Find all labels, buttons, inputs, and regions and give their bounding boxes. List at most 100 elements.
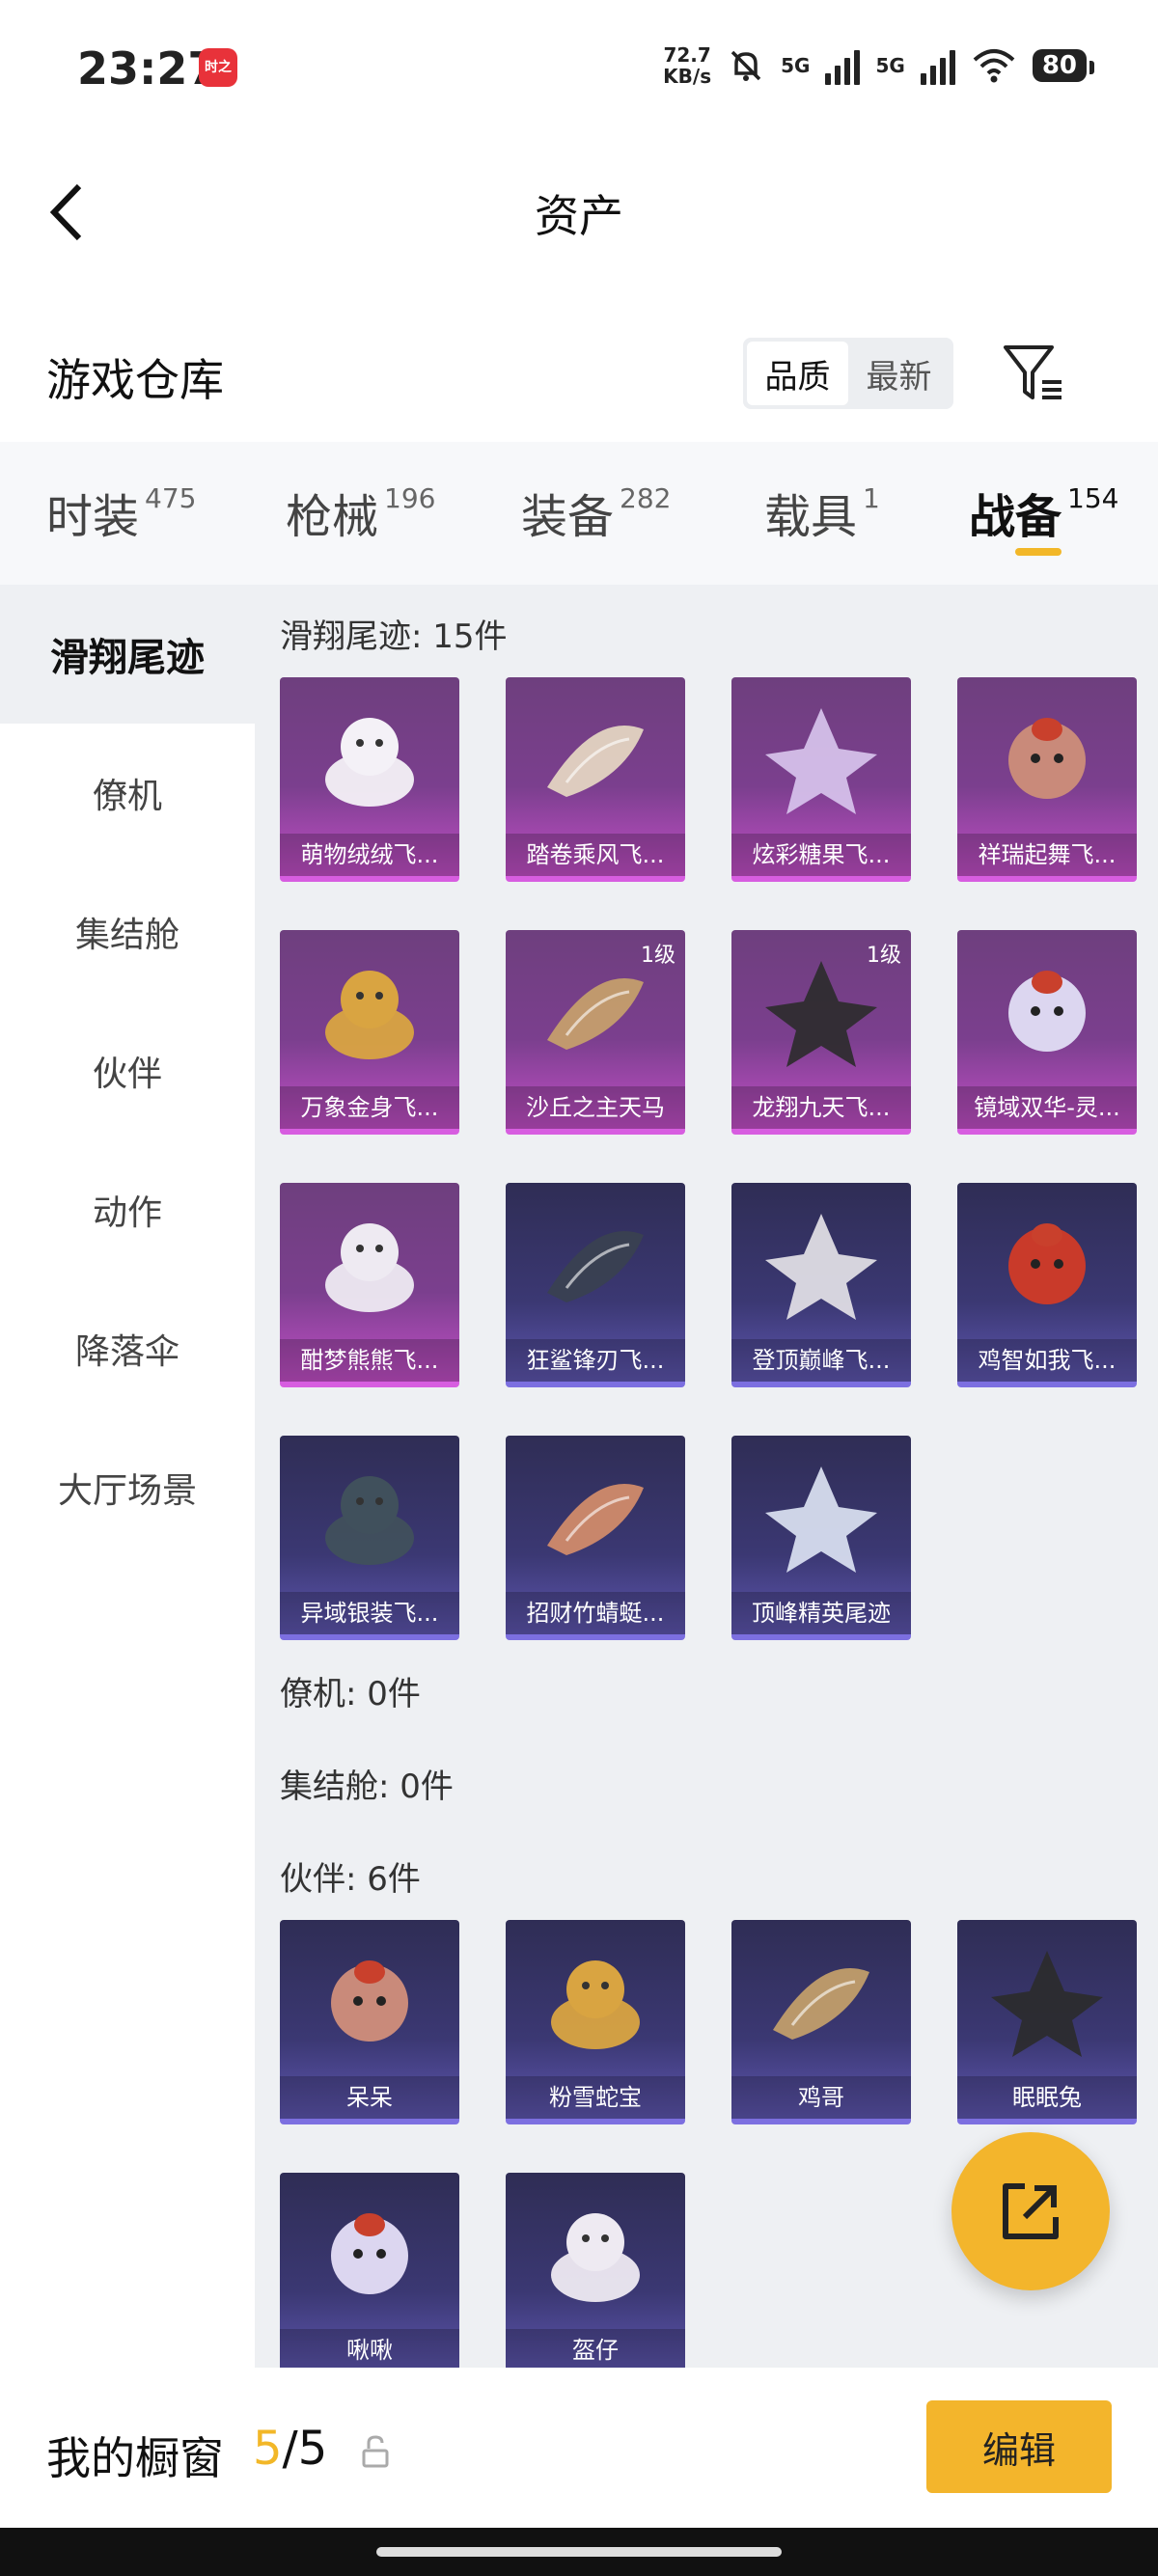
network-5g-label-2: 5G [875,54,905,77]
card-label: 祥瑞起舞飞... [957,834,1137,876]
glide-trail-card[interactable]: 镜域双华-灵... [957,930,1137,1135]
companion-card[interactable]: 眠眠兔 [957,1920,1137,2124]
card-label: 粉雪蛇宝 [506,2076,685,2119]
item-grid-panel: 滑翔尾迹: 15件 萌物绒绒飞... 踏卷乘风飞... 炫彩糖果飞... 祥瑞起舞飞.… [255,585,1158,2368]
sidebar-item-companion[interactable]: 伙伴 [0,1001,255,1140]
ribbon-glider-icon [1008,718,1086,799]
rooster-companion-icon [773,1968,869,2040]
signal-bars-icon [825,46,861,85]
sidebar-item-wingman[interactable]: 僚机 [0,724,255,863]
card-label: 异域银装飞... [280,1592,459,1634]
tab-firearms[interactable]: 枪械 196 [286,479,435,546]
sort-option-newest[interactable]: 最新 [848,342,950,405]
card-label: 踏卷乘风飞... [506,834,685,876]
glide-trail-card[interactable]: 万象金身飞... [280,930,459,1135]
sleepy-rabbit-companion-icon [991,1951,1103,2057]
companion-card[interactable]: 鸡哥 [731,1920,911,2124]
card-label: 万象金身飞... [280,1086,459,1129]
share-fab[interactable] [951,2132,1110,2290]
pink-bird-companion-icon [331,2213,408,2294]
card-label: 鸡智如我飞... [957,1339,1137,1382]
page-title: 资产 [535,190,623,242]
tab-equipment[interactable]: 装备 282 [521,479,671,546]
candy-glider-icon [765,708,877,814]
card-label: 眠眠兔 [957,2076,1137,2119]
system-nav-bar [0,2528,1158,2576]
sidebar-item-emote[interactable]: 动作 [0,1140,255,1279]
status-time: 23:27 [77,42,219,95]
helmet-chick-companion-icon [551,2213,640,2302]
glide-trail-card[interactable]: 鸡智如我飞... [957,1183,1137,1387]
active-tab-indicator [1015,548,1062,556]
glide-trail-card[interactable]: 狂鲨锋刃飞... [506,1183,685,1387]
sidebar-item-glide-trail[interactable]: 滑翔尾迹 [0,585,255,724]
glide-trail-card[interactable]: 顶峰精英尾迹 [731,1436,911,1640]
card-label: 狂鲨锋刃飞... [506,1339,685,1382]
category-tabs: 时装 475 枪械 196 装备 282 载具 1 战备 154 [0,442,1158,585]
companion-card[interactable]: 啾啾 [280,2173,459,2368]
glide-trail-card[interactable]: 1级 龙翔九天飞... [731,930,911,1135]
sidebar-item-rally-pod[interactable]: 集结舱 [0,863,255,1001]
chick-companion-icon [331,1960,408,2042]
battery-indicator: 80 [1032,49,1095,82]
glide-trail-card[interactable]: 酣梦熊熊飞... [280,1183,459,1387]
sleepy-bear-glider-icon [325,1223,414,1312]
glide-trail-card[interactable]: 萌物绒绒飞... [280,677,459,882]
group-title-rally-pod: 集结舱: 0件 [280,1768,454,1806]
section-title: 游戏仓库 [46,354,224,406]
group-title-wingman: 僚机: 0件 [280,1675,421,1713]
card-label: 顶峰精英尾迹 [731,1592,911,1634]
card-label: 镜域双华-灵... [957,1086,1137,1129]
card-label: 盔仔 [506,2329,685,2368]
tab-fashion[interactable]: 时装 475 [46,479,196,546]
network-5g-label: 5G [781,54,811,77]
card-label: 啾啾 [280,2329,459,2368]
sort-toggle: 品质 最新 [743,338,953,409]
scroll-glider-icon [547,726,644,797]
crystal-wings-icon [1008,971,1086,1052]
mute-bell-icon [731,50,761,81]
card-label: 酣梦熊熊飞... [280,1339,459,1382]
showcase-label: 我的橱窗 [46,2432,224,2484]
glide-trail-card[interactable]: 异域银装飞... [280,1436,459,1640]
golden-comet-glider-icon [325,971,414,1059]
jet-glider-icon [765,1214,877,1320]
companion-card[interactable]: 呆呆 [280,1920,459,2124]
shark-glider-icon [547,1231,644,1302]
showcase-count: 5/5 [253,2422,328,2476]
tab-battle-gear[interactable]: 战备 154 [969,479,1118,546]
share-external-icon [1003,2183,1059,2239]
home-gesture-handle[interactable] [376,2547,782,2557]
status-bar: 23:27 时之 72.7 KB/s 5G 5G 80 [0,0,1158,135]
glide-trail-card[interactable]: 踏卷乘风飞... [506,677,685,882]
glide-trail-card[interactable]: 炫彩糖果飞... [731,677,911,882]
sidebar-item-lobby-scene[interactable]: 大厅场景 [0,1418,255,1557]
card-label: 龙翔九天飞... [731,1086,911,1129]
glide-trail-card[interactable]: 1级沙丘之主天马 [506,930,685,1135]
group-title-glide-trail: 滑翔尾迹: 15件 [280,617,508,656]
card-label: 萌物绒绒飞... [280,834,459,876]
snow-snake-companion-icon [551,1960,640,2049]
glide-trail-card[interactable]: 登顶巅峰飞... [731,1183,911,1387]
card-label: 呆呆 [280,2076,459,2119]
companion-card[interactable]: 粉雪蛇宝 [506,1920,685,2124]
card-label: 沙丘之主天马 [506,1086,685,1129]
plush-bunny-glider-icon [325,718,414,807]
tab-vehicles[interactable]: 载具 1 [764,479,880,546]
sidebar: 滑翔尾迹 僚机 集结舱 伙伴 动作 降落伞 大厅场景 [0,585,255,2368]
filter-icon[interactable] [1000,340,1067,407]
edit-button[interactable]: 编辑 [926,2400,1112,2493]
chicken-glider-icon [1008,1223,1086,1304]
sort-option-quality[interactable]: 品质 [747,342,848,405]
silver-wing-glider-icon [325,1476,414,1565]
sidebar-item-parachute[interactable]: 降落伞 [0,1279,255,1418]
companion-card[interactable]: 盔仔 [506,2173,685,2368]
level-badge: 1级 [641,944,676,968]
signal-bars-icon-2 [920,46,955,85]
status-indicators: 72.7 KB/s 5G 5G 80 [663,44,1095,87]
smoke-trail-icon [765,1466,877,1573]
card-label: 炫彩糖果飞... [731,834,911,876]
glide-trail-card[interactable]: 招财竹蜻蜓... [506,1436,685,1640]
bamboo-copter-glider-icon [547,1484,644,1555]
glide-trail-card[interactable]: 祥瑞起舞飞... [957,677,1137,882]
